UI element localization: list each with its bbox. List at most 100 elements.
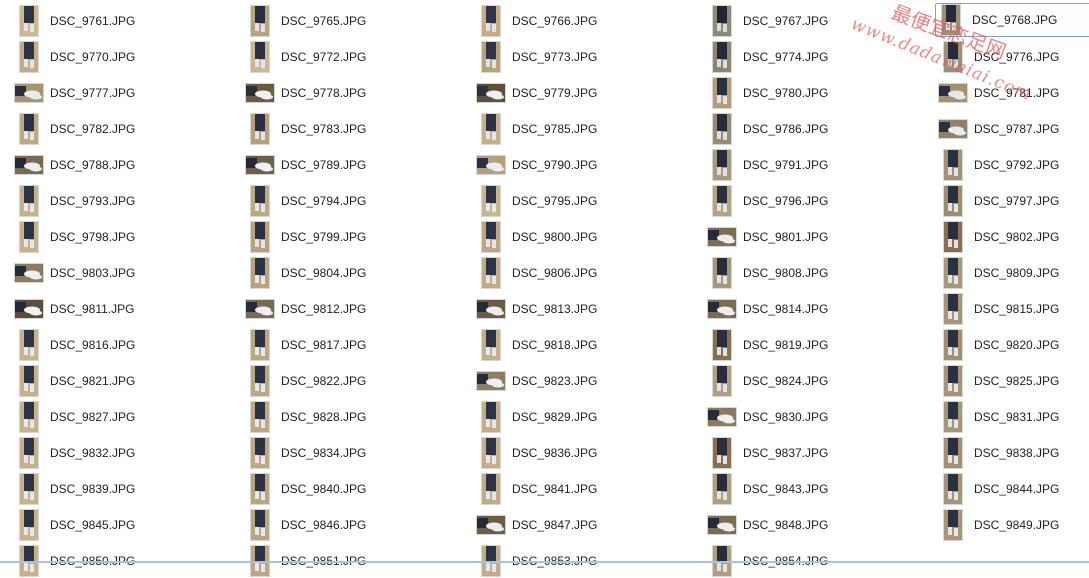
file-item[interactable]: DSC_9794.JPG (245, 184, 395, 218)
file-item[interactable]: DSC_9814.JPG (707, 292, 857, 326)
file-name: DSC_9831.JPG (974, 410, 1060, 424)
file-item[interactable]: DSC_9761.JPG (14, 4, 164, 38)
photo-preview (251, 438, 269, 468)
file-item[interactable]: DSC_9813.JPG (476, 292, 626, 326)
file-item[interactable]: DSC_9782.JPG (14, 112, 164, 146)
file-list[interactable]: DSC_9761.JPG DSC_9765.JPG DSC_9766.JPG DSC_… (0, 0, 1089, 576)
file-item[interactable]: DSC_9792.JPG (938, 148, 1089, 182)
file-item[interactable]: DSC_9787.JPG (938, 112, 1089, 146)
file-item[interactable]: DSC_9843.JPG (707, 472, 857, 506)
file-item[interactable]: DSC_9848.JPG (707, 508, 857, 542)
file-thumbnail (476, 257, 506, 289)
file-item[interactable]: DSC_9838.JPG (938, 436, 1089, 470)
file-item[interactable]: DSC_9844.JPG (938, 472, 1089, 506)
file-item[interactable]: DSC_9797.JPG (938, 184, 1089, 218)
file-item[interactable]: DSC_9845.JPG (14, 508, 164, 542)
file-item[interactable]: DSC_9837.JPG (707, 436, 857, 470)
file-item[interactable]: DSC_9827.JPG (14, 400, 164, 434)
file-item[interactable]: DSC_9793.JPG (14, 184, 164, 218)
file-item[interactable]: DSC_9789.JPG (245, 148, 395, 182)
file-item[interactable]: DSC_9825.JPG (938, 364, 1089, 398)
file-item[interactable]: DSC_9783.JPG (245, 112, 395, 146)
file-item[interactable]: DSC_9828.JPG (245, 400, 395, 434)
file-item[interactable]: DSC_9765.JPG (245, 4, 395, 38)
file-item[interactable]: DSC_9791.JPG (707, 148, 857, 182)
file-item[interactable]: DSC_9780.JPG (707, 76, 857, 110)
file-name: DSC_9813.JPG (512, 302, 598, 316)
file-item[interactable]: DSC_9772.JPG (245, 40, 395, 74)
file-item[interactable]: DSC_9768.JPG (935, 3, 1089, 37)
file-item[interactable]: DSC_9774.JPG (707, 40, 857, 74)
file-item[interactable]: DSC_9799.JPG (245, 220, 395, 254)
file-item[interactable]: DSC_9822.JPG (245, 364, 395, 398)
file-item[interactable]: DSC_9806.JPG (476, 256, 626, 290)
file-item[interactable]: DSC_9812.JPG (245, 292, 395, 326)
file-item[interactable]: DSC_9779.JPG (476, 76, 626, 110)
file-item[interactable]: DSC_9832.JPG (14, 436, 164, 470)
file-item[interactable]: DSC_9847.JPG (476, 508, 626, 542)
file-item[interactable]: DSC_9829.JPG (476, 400, 626, 434)
file-item[interactable]: DSC_9788.JPG (14, 148, 164, 182)
file-item[interactable]: DSC_9802.JPG (938, 220, 1089, 254)
file-item[interactable]: DSC_9809.JPG (938, 256, 1089, 290)
file-item[interactable]: DSC_9816.JPG (14, 328, 164, 362)
file-thumbnail (245, 293, 275, 325)
image-thumbnail-icon (477, 372, 505, 390)
file-item[interactable]: DSC_9818.JPG (476, 328, 626, 362)
file-item[interactable]: DSC_9820.JPG (938, 328, 1089, 362)
file-item[interactable]: DSC_9804.JPG (245, 256, 395, 290)
file-item[interactable]: DSC_9840.JPG (245, 472, 395, 506)
file-name: DSC_9816.JPG (50, 338, 136, 352)
file-item[interactable]: DSC_9815.JPG (938, 292, 1089, 326)
file-item[interactable]: DSC_9817.JPG (245, 328, 395, 362)
file-item[interactable]: DSC_9778.JPG (245, 76, 395, 110)
file-name: DSC_9814.JPG (743, 302, 829, 316)
file-thumbnail (938, 401, 968, 433)
file-item[interactable]: DSC_9824.JPG (707, 364, 857, 398)
photo-preview (477, 156, 505, 174)
file-item[interactable]: DSC_9808.JPG (707, 256, 857, 290)
file-thumbnail (476, 149, 506, 181)
file-item[interactable]: DSC_9770.JPG (14, 40, 164, 74)
file-item[interactable]: DSC_9836.JPG (476, 436, 626, 470)
file-item[interactable]: DSC_9777.JPG (14, 76, 164, 110)
file-item[interactable]: DSC_9798.JPG (14, 220, 164, 254)
photo-preview (482, 474, 500, 504)
photo-preview (251, 6, 269, 36)
file-item[interactable]: DSC_9846.JPG (245, 508, 395, 542)
file-item[interactable]: DSC_9811.JPG (14, 292, 164, 326)
file-item[interactable]: DSC_9796.JPG (707, 184, 857, 218)
image-thumbnail-icon (251, 258, 269, 288)
file-item[interactable]: DSC_9830.JPG (707, 400, 857, 434)
image-thumbnail-icon (251, 222, 269, 252)
file-item[interactable]: DSC_9800.JPG (476, 220, 626, 254)
file-name: DSC_9827.JPG (50, 410, 136, 424)
file-name: DSC_9821.JPG (50, 374, 136, 388)
file-item[interactable]: DSC_9834.JPG (245, 436, 395, 470)
file-item[interactable]: DSC_9795.JPG (476, 184, 626, 218)
file-item[interactable]: DSC_9781.JPG (938, 76, 1089, 110)
photo-preview (713, 6, 731, 36)
file-item[interactable]: DSC_9773.JPG (476, 40, 626, 74)
file-item[interactable]: DSC_9767.JPG (707, 4, 857, 38)
file-item[interactable]: DSC_9801.JPG (707, 220, 857, 254)
file-item[interactable]: DSC_9821.JPG (14, 364, 164, 398)
file-item[interactable]: DSC_9776.JPG (938, 40, 1089, 74)
file-item[interactable]: DSC_9823.JPG (476, 364, 626, 398)
image-thumbnail-icon (708, 408, 736, 426)
file-item[interactable]: DSC_9790.JPG (476, 148, 626, 182)
photo-preview (944, 42, 962, 72)
file-item[interactable]: DSC_9819.JPG (707, 328, 857, 362)
file-item[interactable]: DSC_9785.JPG (476, 112, 626, 146)
file-thumbnail (476, 5, 506, 37)
file-item[interactable]: DSC_9786.JPG (707, 112, 857, 146)
image-thumbnail-icon (251, 330, 269, 360)
file-name: DSC_9795.JPG (512, 194, 598, 208)
file-item[interactable]: DSC_9849.JPG (938, 508, 1089, 542)
file-item[interactable]: DSC_9831.JPG (938, 400, 1089, 434)
file-item[interactable]: DSC_9803.JPG (14, 256, 164, 290)
file-thumbnail (245, 257, 275, 289)
file-item[interactable]: DSC_9766.JPG (476, 4, 626, 38)
file-item[interactable]: DSC_9839.JPG (14, 472, 164, 506)
file-item[interactable]: DSC_9841.JPG (476, 472, 626, 506)
